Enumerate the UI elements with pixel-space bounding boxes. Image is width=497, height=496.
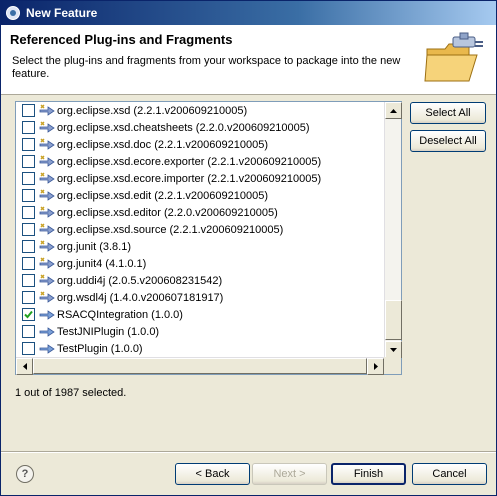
plugin-row[interactable]: RSACQIntegration (1.0.0) xyxy=(16,306,384,323)
plugin-row[interactable]: org.eclipse.xsd.ecore.exporter (2.2.1.v2… xyxy=(16,153,384,170)
page-title: Referenced Plug-ins and Fragments xyxy=(10,32,233,47)
separator xyxy=(1,451,496,453)
finish-label: Finish xyxy=(353,468,384,480)
vertical-scrollbar[interactable] xyxy=(384,102,402,358)
plugin-checkbox[interactable] xyxy=(22,257,35,270)
plugin-checkbox[interactable] xyxy=(22,342,35,355)
plugin-row[interactable]: org.eclipse.xsd.doc (2.2.1.v200609210005… xyxy=(16,136,384,153)
arrow-down-icon xyxy=(390,347,397,352)
deselect-all-label: Deselect All xyxy=(419,135,477,147)
scroll-down-button[interactable] xyxy=(385,341,402,358)
select-all-button[interactable]: Select All xyxy=(410,102,486,124)
folder-plug-icon xyxy=(423,31,485,89)
plugin-icon xyxy=(39,103,55,118)
plugin-label: TestPlugin (1.0.0) xyxy=(57,342,143,355)
deselect-all-button[interactable]: Deselect All xyxy=(410,130,486,152)
plugin-row[interactable]: org.eclipse.xsd (2.2.1.v200609210005) xyxy=(16,102,384,119)
plugin-label: org.eclipse.xsd (2.2.1.v200609210005) xyxy=(57,104,248,117)
plugin-row[interactable]: org.eclipse.xsd.editor (2.2.0.v200609210… xyxy=(16,204,384,221)
plugin-row[interactable]: org.junit4 (4.1.0.1) xyxy=(16,255,384,272)
cancel-button[interactable]: Cancel xyxy=(412,463,487,485)
plugin-icon xyxy=(39,137,55,152)
workspace-plugin-icon xyxy=(39,342,55,356)
plugin-checkbox[interactable] xyxy=(22,240,35,253)
scroll-left-button[interactable] xyxy=(16,358,33,375)
plugin-icon xyxy=(39,239,55,254)
title-bar: New Feature xyxy=(1,1,496,25)
plugin-label: org.eclipse.xsd.editor (2.2.0.v200609210… xyxy=(57,206,278,219)
plugin-icon xyxy=(39,222,55,237)
plugin-row[interactable]: org.eclipse.xsd.source (2.2.1.v200609210… xyxy=(16,221,384,238)
arrow-right-icon xyxy=(373,363,378,370)
plugin-label: org.wsdl4j (1.4.0.v200607181917) xyxy=(57,291,224,304)
plugin-row[interactable]: org.eclipse.xsd.edit (2.2.1.v20060921000… xyxy=(16,187,384,204)
plugin-label: org.eclipse.xsd.ecore.importer (2.2.1.v2… xyxy=(57,172,322,185)
workspace-plugin-icon xyxy=(39,325,55,339)
plugin-label: org.eclipse.xsd.source (2.2.1.v200609210… xyxy=(57,223,284,236)
plugin-label: TestJNIPlugin (1.0.0) xyxy=(57,325,160,338)
plugin-label: org.eclipse.xsd.doc (2.2.1.v200609210005… xyxy=(57,138,268,151)
page-description: Select the plug-ins and fragments from y… xyxy=(12,55,401,80)
plugin-icon xyxy=(39,273,55,288)
scroll-right-button[interactable] xyxy=(367,358,384,375)
back-button[interactable]: < Back xyxy=(175,463,250,485)
plugin-icon xyxy=(39,120,55,135)
plugin-row[interactable]: org.wsdl4j (1.4.0.v200607181917) xyxy=(16,289,384,306)
plugin-icon xyxy=(39,188,55,203)
next-button[interactable]: Next > xyxy=(252,463,327,485)
plugin-row[interactable]: org.junit (3.8.1) xyxy=(16,238,384,255)
plugin-checkbox[interactable] xyxy=(22,206,35,219)
plugin-row[interactable]: TestPlugin (1.0.0) xyxy=(16,340,384,357)
plugin-label: RSACQIntegration (1.0.0) xyxy=(57,308,183,321)
plugin-label: org.eclipse.xsd.edit (2.2.1.v20060921000… xyxy=(57,189,268,202)
plugin-checkbox[interactable] xyxy=(22,172,35,185)
plugin-list[interactable]: org.eclipse.xsd (2.2.1.v200609210005) org… xyxy=(15,101,402,375)
arrow-left-icon xyxy=(22,363,27,370)
plugin-label: org.eclipse.xsd.cheatsheets (2.2.0.v2006… xyxy=(57,121,310,134)
plugin-list-items: org.eclipse.xsd (2.2.1.v200609210005) org… xyxy=(16,102,384,358)
plugin-label: org.eclipse.xsd.ecore.exporter (2.2.1.v2… xyxy=(57,155,322,168)
next-label: Next > xyxy=(273,468,306,480)
finish-button[interactable]: Finish xyxy=(331,463,406,485)
plugin-row[interactable]: org.eclipse.xsd.cheatsheets (2.2.0.v2006… xyxy=(16,119,384,136)
plugin-checkbox[interactable] xyxy=(22,308,35,321)
scroll-up-button[interactable] xyxy=(385,102,402,119)
vertical-scroll-thumb[interactable] xyxy=(385,300,402,340)
plugin-icon xyxy=(39,171,55,186)
plugin-label: org.junit4 (4.1.0.1) xyxy=(57,257,147,270)
plugin-label: org.uddi4j (2.0.5.v200608231542) xyxy=(57,274,223,287)
plugin-icon xyxy=(39,154,55,169)
plugin-row[interactable]: org.uddi4j (2.0.5.v200608231542) xyxy=(16,272,384,289)
plugin-icon xyxy=(39,290,55,305)
wizard-header: Referenced Plug-ins and Fragments Select… xyxy=(1,25,496,95)
eclipse-icon xyxy=(5,5,21,21)
help-icon[interactable]: ? xyxy=(16,465,34,483)
cancel-label: Cancel xyxy=(432,468,467,480)
plugin-checkbox[interactable] xyxy=(22,274,35,287)
plugin-icon xyxy=(39,205,55,220)
plugin-row[interactable]: org.eclipse.xsd.ecore.importer (2.2.1.v2… xyxy=(16,170,384,187)
back-label: < Back xyxy=(195,468,230,480)
selection-status: 1 out of 1987 selected. xyxy=(15,387,127,399)
plugin-icon xyxy=(39,256,55,271)
plugin-checkbox[interactable] xyxy=(22,104,35,117)
new-feature-dialog: New Feature Referenced Plug-ins and Frag… xyxy=(0,0,497,496)
workspace-plugin-icon xyxy=(39,308,55,322)
plugin-label: org.junit (3.8.1) xyxy=(57,240,131,253)
plugin-row[interactable]: TestJNIPlugin (1.0.0) xyxy=(16,323,384,340)
select-all-label: Select All xyxy=(425,107,471,119)
horizontal-scrollbar[interactable] xyxy=(16,357,384,375)
plugin-checkbox[interactable] xyxy=(22,189,35,202)
plugin-checkbox[interactable] xyxy=(22,223,35,236)
plugin-checkbox[interactable] xyxy=(22,121,35,134)
horizontal-scroll-thumb[interactable] xyxy=(33,358,367,374)
plugin-checkbox[interactable] xyxy=(22,325,35,338)
plugin-checkbox[interactable] xyxy=(22,155,35,168)
plugin-checkbox[interactable] xyxy=(22,291,35,304)
window-title: New Feature xyxy=(26,6,98,20)
plugin-checkbox[interactable] xyxy=(22,138,35,151)
scroll-corner xyxy=(384,357,401,374)
arrow-up-icon xyxy=(390,108,397,113)
